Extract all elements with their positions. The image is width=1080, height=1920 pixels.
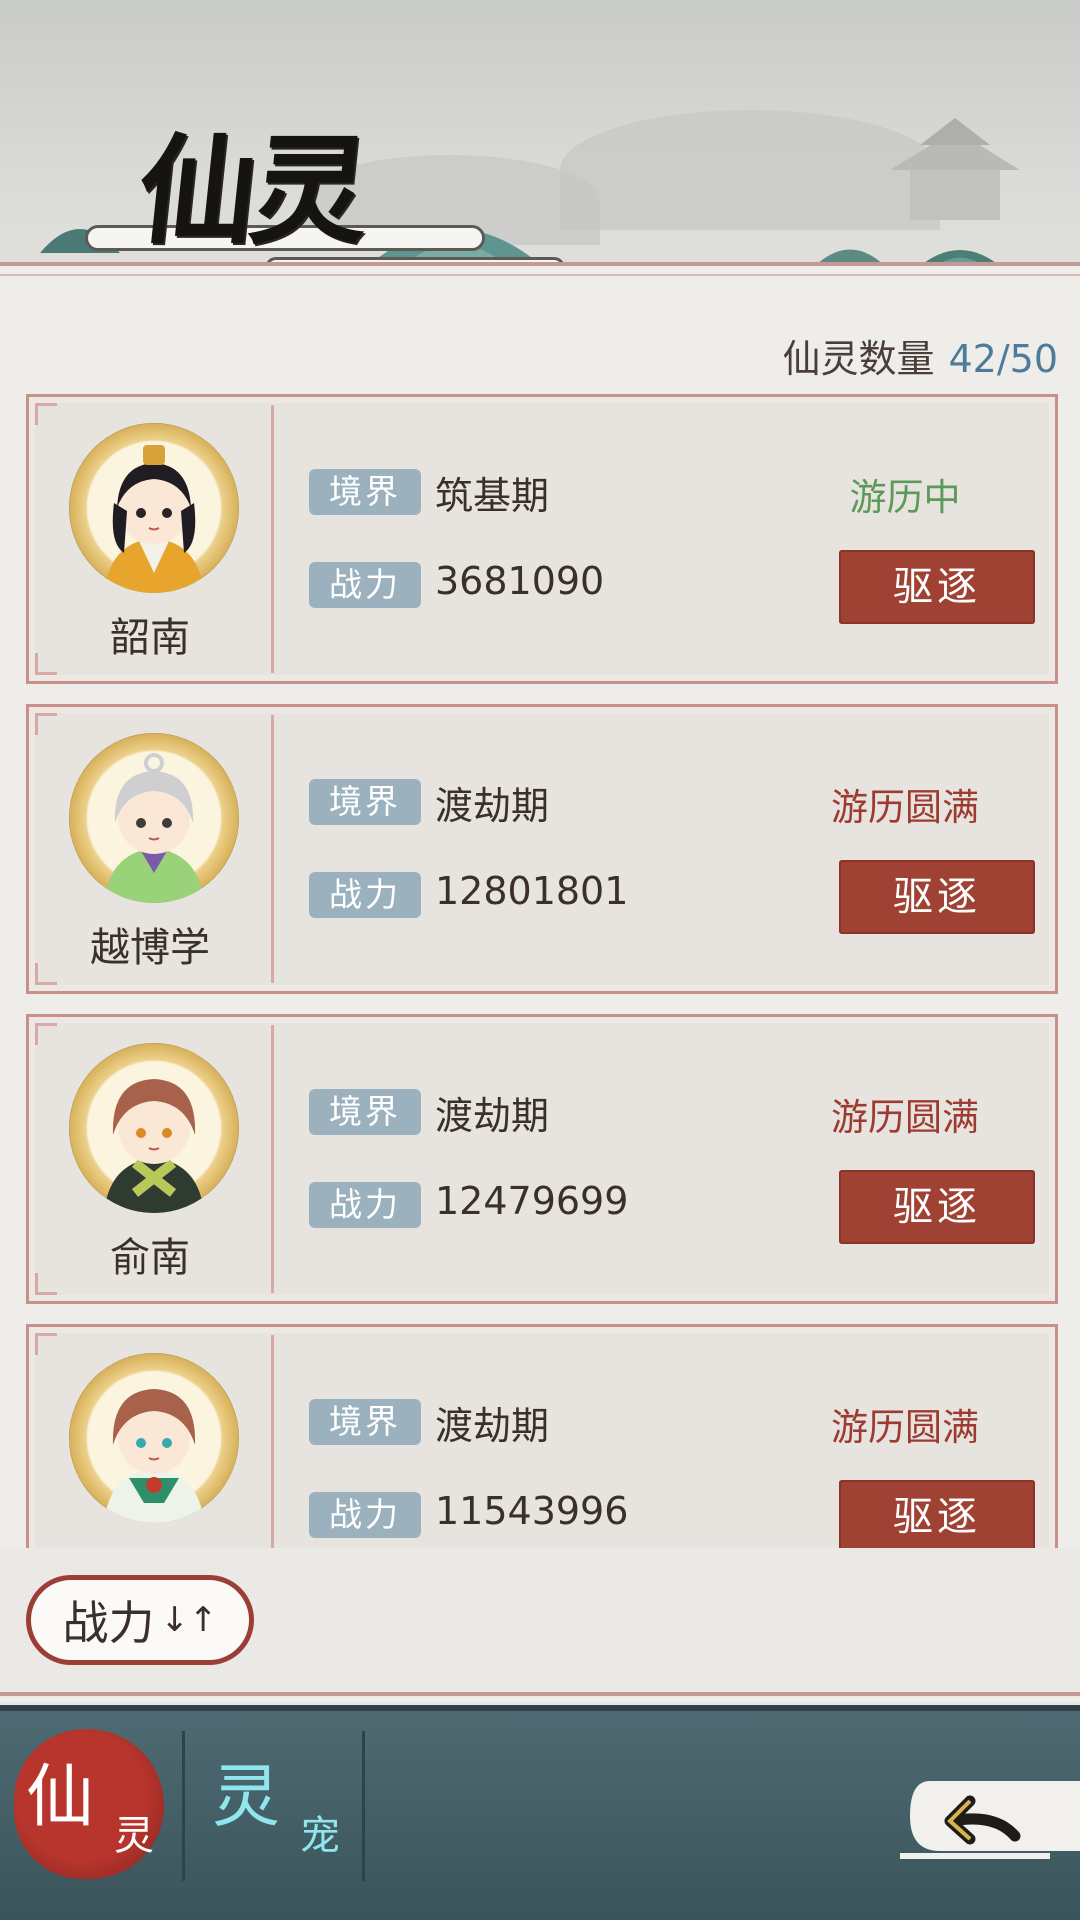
bottom-nav: 仙 灵 灵 宠 — [0, 1705, 1080, 1920]
power-tag: 战力 — [309, 1182, 421, 1228]
spirit-count-value: 42/50 — [948, 337, 1058, 381]
spirit-name: 越博学 — [90, 925, 210, 971]
tab-main-label: 仙 — [26, 1758, 95, 1837]
tab-spirits[interactable]: 仙 灵 — [14, 1729, 184, 1881]
sort-label: 战力 — [62, 1596, 155, 1650]
realm-tag: 境界 — [309, 1089, 421, 1135]
realm-value: 渡劫期 — [435, 1094, 550, 1138]
expel-button[interactable]: 驱逐 — [839, 1170, 1035, 1244]
spirit-count: 仙灵数量 42/50 — [782, 328, 1058, 383]
power-tag: 战力 — [309, 562, 421, 608]
character-portrait-icon — [104, 1389, 204, 1523]
character-portrait-icon — [104, 1079, 204, 1213]
power-value: 3681090 — [435, 559, 605, 603]
power-value: 12479699 — [435, 1179, 629, 1223]
expel-button[interactable]: 驱逐 — [839, 1480, 1035, 1548]
expel-button[interactable]: 驱逐 — [839, 860, 1035, 934]
power-tag: 战力 — [309, 1492, 421, 1538]
spirit-card[interactable]: 越博学 境界 渡劫期 战力 12801801 游历圆满 驱逐 — [26, 704, 1058, 994]
spirit-card[interactable]: 境界 渡劫期 战力 11543996 游历圆满 驱逐 — [26, 1324, 1058, 1548]
back-arrow-icon[interactable] — [900, 1761, 1080, 1871]
spirit-card[interactable]: 俞南 境界 渡劫期 战力 12479699 游历圆满 驱逐 — [26, 1014, 1058, 1304]
spirit-list[interactable]: 韶南 境界 筑基期 战力 3681090 游历中 驱逐 越博学 境界 渡劫期 战… — [0, 390, 1080, 1548]
travel-status: 游历圆满 — [831, 1406, 979, 1449]
spirit-name: 俞南 — [110, 1235, 190, 1281]
tab-sub-label: 灵 — [114, 1813, 154, 1859]
spirit-avatar[interactable] — [69, 733, 239, 903]
travel-status: 游历中 — [849, 476, 961, 519]
tab-pets[interactable]: 灵 宠 — [200, 1741, 370, 1881]
power-value: 12801801 — [435, 869, 629, 913]
sort-arrows-icon: ↓↑ — [160, 1600, 218, 1640]
expel-button[interactable]: 驱逐 — [839, 550, 1035, 624]
spirit-card[interactable]: 韶南 境界 筑基期 战力 3681090 游历中 驱逐 — [26, 394, 1058, 684]
character-portrait-icon — [104, 445, 204, 593]
travel-status: 游历圆满 — [831, 1096, 979, 1139]
realm-value: 渡劫期 — [435, 1404, 550, 1448]
spirit-avatar[interactable] — [69, 1353, 239, 1523]
realm-tag: 境界 — [309, 469, 421, 515]
power-value: 11543996 — [435, 1489, 629, 1533]
sort-by-power-button[interactable]: 战力 ↓↑ — [26, 1575, 254, 1665]
realm-value: 渡劫期 — [435, 784, 550, 828]
realm-value: 筑基期 — [435, 474, 550, 518]
realm-tag: 境界 — [309, 1399, 421, 1445]
travel-status: 游历圆满 — [831, 786, 979, 829]
tab-sub-label: 宠 — [300, 1813, 340, 1859]
power-tag: 战力 — [309, 872, 421, 918]
spirit-avatar[interactable] — [69, 423, 239, 593]
page-title: 仙灵 — [131, 121, 371, 260]
spirit-name: 韶南 — [110, 615, 190, 661]
character-portrait-icon — [104, 753, 204, 903]
spirit-count-label: 仙灵数量 — [782, 337, 935, 381]
pagoda-illustration — [890, 118, 1020, 220]
tab-main-label: 灵 — [212, 1758, 281, 1837]
spirit-avatar[interactable] — [69, 1043, 239, 1213]
realm-tag: 境界 — [309, 779, 421, 825]
